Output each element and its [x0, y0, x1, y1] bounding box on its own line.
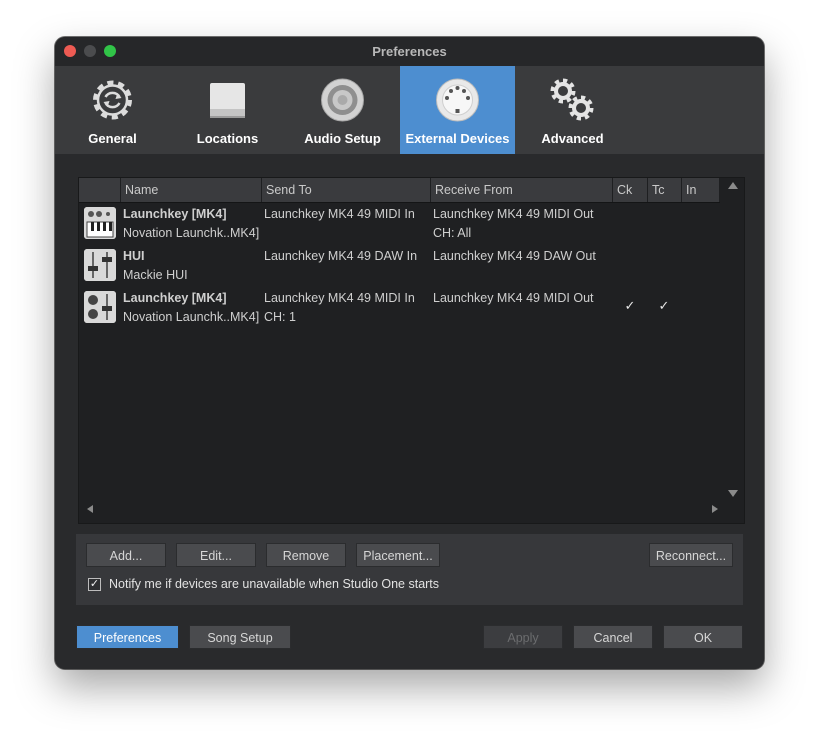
column-icon: [79, 178, 121, 202]
knob-fader-icon: [84, 291, 116, 323]
speaker-icon: [321, 78, 364, 122]
tab-audio-setup-label: Audio Setup: [304, 131, 381, 146]
table-row[interactable]: HUI Mackie HUI Launchkey MK4 49 DAW In L…: [79, 245, 720, 287]
tab-audio-setup[interactable]: Audio Setup: [285, 66, 400, 154]
title-bar: Preferences: [55, 37, 764, 66]
placement-button[interactable]: Placement...: [356, 543, 440, 567]
preferences-window: Preferences General Locations Audio Setu…: [55, 37, 764, 669]
device-subname: Novation Launchk..MK4]: [123, 226, 260, 240]
device-subname: Novation Launchk..MK4]: [123, 310, 260, 324]
tab-advanced-label: Advanced: [541, 131, 604, 146]
zoom-window-button[interactable]: [104, 45, 116, 57]
scroll-up-arrow[interactable]: [728, 182, 738, 189]
column-send-to[interactable]: Send To: [262, 178, 431, 202]
cancel-button[interactable]: Cancel: [573, 625, 653, 649]
tab-advanced[interactable]: Advanced: [515, 66, 630, 154]
edit-device-button[interactable]: Edit...: [176, 543, 256, 567]
device-receive-from: Launchkey MK4 49 MIDI Out: [433, 207, 594, 221]
device-name: Launchkey [MK4]: [123, 207, 227, 221]
preferences-button[interactable]: Preferences: [76, 625, 179, 649]
column-name[interactable]: Name: [121, 178, 262, 202]
remove-device-button[interactable]: Remove: [266, 543, 346, 567]
column-tc[interactable]: Tc: [648, 178, 682, 202]
apply-button[interactable]: Apply: [483, 625, 563, 649]
minimize-window-button[interactable]: [84, 45, 96, 57]
devices-table: Name Send To Receive From Ck Tc In Launc…: [78, 177, 745, 524]
reconnect-button[interactable]: Reconnect...: [649, 543, 733, 567]
scroll-right-arrow[interactable]: [712, 505, 718, 513]
fader-icon: [84, 249, 116, 281]
midi-port-icon: [436, 78, 479, 122]
device-send-channel: CH: 1: [264, 310, 296, 324]
tc-checkbox[interactable]: ✓: [657, 299, 671, 313]
song-setup-button[interactable]: Song Setup: [189, 625, 291, 649]
tab-external-devices[interactable]: External Devices: [400, 66, 515, 154]
device-send-to: Launchkey MK4 49 MIDI In: [264, 207, 415, 221]
device-send-to: Launchkey MK4 49 MIDI In: [264, 291, 415, 305]
device-receive-from: Launchkey MK4 49 DAW Out: [433, 249, 596, 263]
ck-checkbox[interactable]: ✓: [623, 299, 637, 313]
table-row[interactable]: Launchkey [MK4] Novation Launchk..MK4] L…: [79, 287, 720, 329]
preferences-toolbar: General Locations Audio Setup External D…: [55, 66, 764, 154]
gears-icon: [550, 78, 594, 121]
device-receive-channel: CH: All: [433, 226, 472, 240]
tab-general-label: General: [88, 131, 137, 146]
device-send-to: Launchkey MK4 49 DAW In: [264, 249, 418, 263]
tab-general[interactable]: General: [55, 66, 170, 154]
table-row[interactable]: Launchkey [MK4] Novation Launchk..MK4] L…: [79, 203, 720, 245]
add-device-button[interactable]: Add...: [86, 543, 166, 567]
gear-refresh-icon: [93, 80, 132, 120]
notify-label: Notify me if devices are unavailable whe…: [109, 577, 440, 591]
close-window-button[interactable]: [64, 45, 76, 57]
tab-external-devices-label: External Devices: [405, 131, 510, 146]
keyboard-icon: [84, 207, 116, 239]
column-in[interactable]: In: [682, 178, 720, 202]
scroll-down-arrow[interactable]: [728, 490, 738, 497]
device-name: Launchkey [MK4]: [123, 291, 227, 305]
device-name: HUI: [123, 249, 145, 263]
window-title: Preferences: [372, 44, 447, 59]
table-header: Name Send To Receive From Ck Tc In: [79, 178, 720, 203]
drive-icon: [210, 83, 245, 118]
scroll-left-arrow[interactable]: [87, 505, 93, 513]
device-receive-from: Launchkey MK4 49 MIDI Out: [433, 291, 594, 305]
column-ck[interactable]: Ck: [613, 178, 648, 202]
ok-button[interactable]: OK: [663, 625, 743, 649]
tab-locations[interactable]: Locations: [170, 66, 285, 154]
notify-checkbox[interactable]: ✓: [88, 578, 101, 591]
tab-locations-label: Locations: [196, 131, 259, 146]
device-actions-panel: Add... Edit... Remove Placement... Recon…: [76, 534, 743, 605]
device-subname: Mackie HUI: [123, 268, 188, 282]
column-receive-from[interactable]: Receive From: [431, 178, 613, 202]
